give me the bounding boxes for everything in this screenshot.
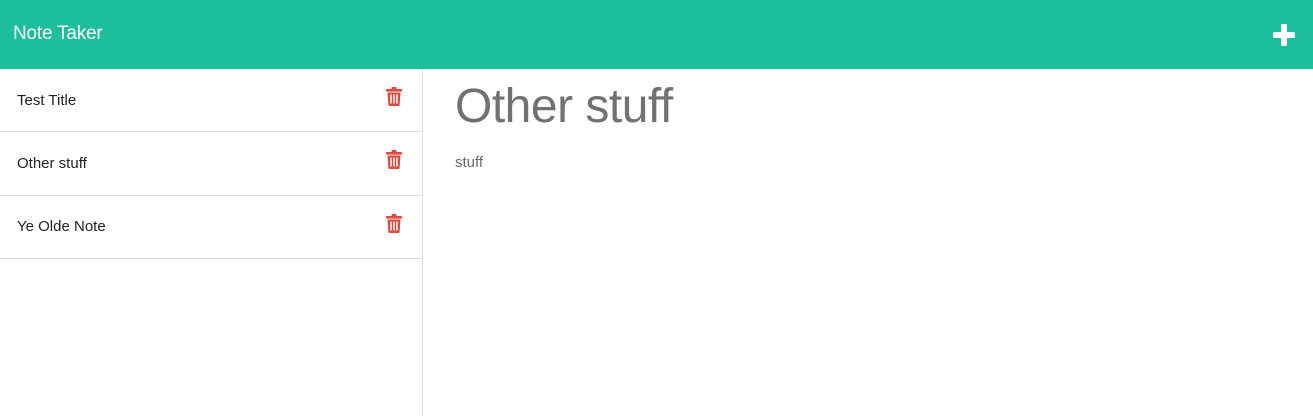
delete-note-button[interactable] — [385, 150, 403, 170]
app-title[interactable]: Note Taker — [13, 23, 103, 45]
note-list-item[interactable]: Ye Olde Note — [0, 196, 422, 259]
note-editor: Other stuff stuff — [423, 69, 1313, 416]
trash-icon — [386, 87, 402, 106]
note-list-item[interactable]: Other stuff — [0, 132, 422, 196]
trash-icon — [386, 213, 402, 233]
note-body-field[interactable]: stuff — [455, 154, 1313, 171]
trash-icon — [386, 150, 402, 170]
note-list-item-title: Test Title — [17, 91, 77, 109]
note-list-item[interactable]: Test Title — [0, 69, 422, 132]
plus-icon — [1273, 23, 1295, 46]
navbar: Note Taker — [0, 0, 1313, 69]
delete-note-button[interactable] — [385, 87, 403, 107]
delete-note-button[interactable] — [385, 213, 403, 233]
add-note-button[interactable] — [1267, 18, 1301, 52]
note-title-field[interactable]: Other stuff — [455, 81, 1313, 133]
note-list: Test Title Other stuff Ye Olde Note — [0, 69, 423, 416]
note-list-item-title: Ye Olde Note — [17, 218, 106, 236]
note-list-item-title: Other stuff — [17, 154, 87, 172]
